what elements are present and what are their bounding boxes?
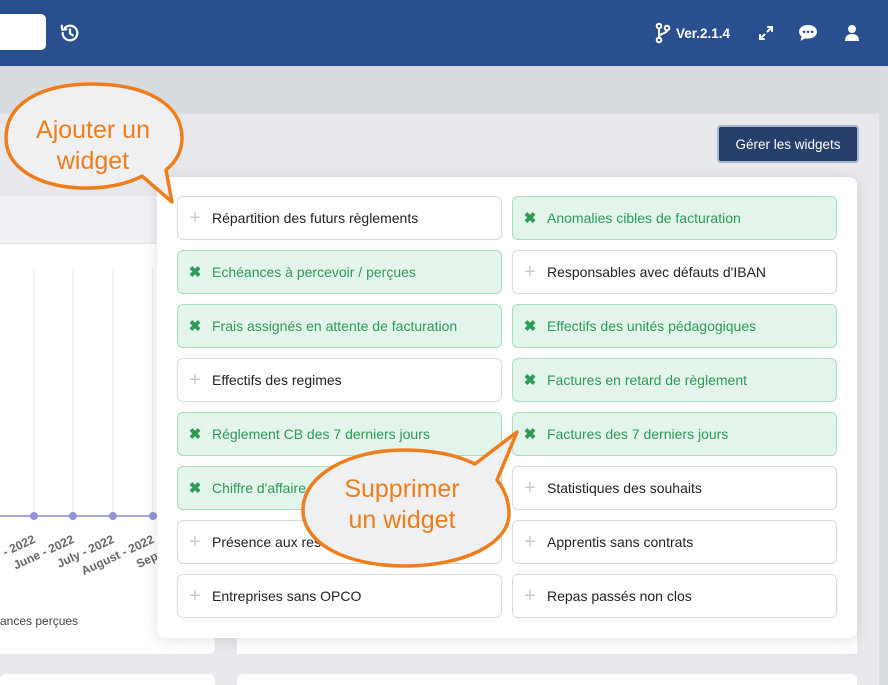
- widget-label: Repas passés non clos: [547, 588, 692, 604]
- widget-toggle[interactable]: ✖ Anomalies cibles de facturation: [512, 196, 837, 240]
- dashboard-card: [0, 674, 215, 685]
- widget-toggle[interactable]: + Entreprises sans OPCO: [177, 574, 502, 618]
- widget-label: Apprentis sans contrats: [547, 534, 694, 550]
- chart-point: [30, 512, 38, 520]
- widget-toggle[interactable]: ✖ Effectifs des unités pédagogiques: [512, 304, 837, 348]
- manage-widgets-button[interactable]: Gérer les widgets: [717, 125, 859, 163]
- expand-icon[interactable]: [754, 21, 778, 45]
- version-label: Ver.2.1.4: [676, 25, 731, 41]
- chart-point: [109, 512, 117, 520]
- widget-label: Effectifs des unités pédagogiques: [547, 318, 757, 334]
- add-icon: +: [524, 584, 536, 607]
- widget-toggle[interactable]: + Repas passés non clos: [512, 574, 837, 618]
- add-icon: +: [189, 584, 201, 607]
- remove-icon: ✖: [523, 210, 537, 227]
- widget-toggle[interactable]: + Apprentis sans contrats: [512, 520, 837, 564]
- widget-toggle[interactable]: ✖ Factures des 7 derniers jours: [512, 412, 837, 456]
- widget-toggle[interactable]: + Effectifs des regimes: [177, 358, 502, 402]
- widget-toggle[interactable]: ✖ Frais assignés en attente de facturatio…: [177, 304, 502, 348]
- widget-label: Répartition des futurs règlements: [212, 210, 419, 226]
- user-icon[interactable]: [840, 21, 864, 45]
- widget-label: Effectifs des regimes: [212, 372, 342, 388]
- add-icon: +: [524, 260, 536, 283]
- widget-toggle[interactable]: + Répartition des futurs règlements: [177, 196, 502, 240]
- remove-icon: ✖: [523, 318, 537, 335]
- dashboard-card: [237, 674, 857, 685]
- widget-toggle[interactable]: + Responsables avec défauts d'IBAN: [512, 250, 837, 294]
- widget-label: Responsables avec défauts d'IBAN: [547, 264, 767, 280]
- remove-icon: ✖: [188, 426, 202, 443]
- widget-toggle[interactable]: ✖ Echéances à percevoir / perçues: [177, 250, 502, 294]
- history-icon[interactable]: [58, 21, 82, 45]
- add-icon: +: [189, 530, 201, 553]
- add-icon: +: [189, 368, 201, 391]
- widget-label: Entreprises sans OPCO: [212, 588, 362, 604]
- widget-toggle[interactable]: + Statistiques des souhaits: [512, 466, 837, 510]
- widget-label: Statistiques des souhaits: [547, 480, 702, 496]
- widget-label: Echéances à percevoir / perçues: [212, 264, 416, 280]
- widget-label: Frais assignés en attente de facturation: [212, 318, 458, 334]
- widget-label: Chiffre d'affaire: [212, 480, 306, 496]
- remove-widget-callout-text: Supprimer un widget: [344, 475, 460, 534]
- remove-icon: ✖: [188, 480, 202, 497]
- widget-label: Factures des 7 derniers jours: [547, 426, 729, 442]
- add-widget-callout-text: Ajouter un widget: [36, 116, 150, 175]
- version-indicator[interactable]: Ver.2.1.4: [654, 0, 730, 66]
- chart-point: [69, 512, 77, 520]
- remove-icon: ✖: [188, 264, 202, 281]
- remove-icon: ✖: [523, 372, 537, 389]
- page-scroll-edge: [879, 66, 888, 685]
- branch-icon: [654, 22, 672, 44]
- chart-legend: ances perçues: [0, 614, 79, 628]
- widget-label: Anomalies cibles de facturation: [547, 210, 741, 226]
- search-input[interactable]: [0, 14, 46, 50]
- chart-point: [149, 512, 157, 520]
- widget-label: Factures en retard de règlement: [547, 372, 747, 388]
- widget-toggle[interactable]: ✖ Factures en retard de règlement: [512, 358, 837, 402]
- remove-icon: ✖: [188, 318, 202, 335]
- top-bar: Ver.2.1.4: [0, 0, 888, 66]
- chat-icon[interactable]: [796, 21, 820, 45]
